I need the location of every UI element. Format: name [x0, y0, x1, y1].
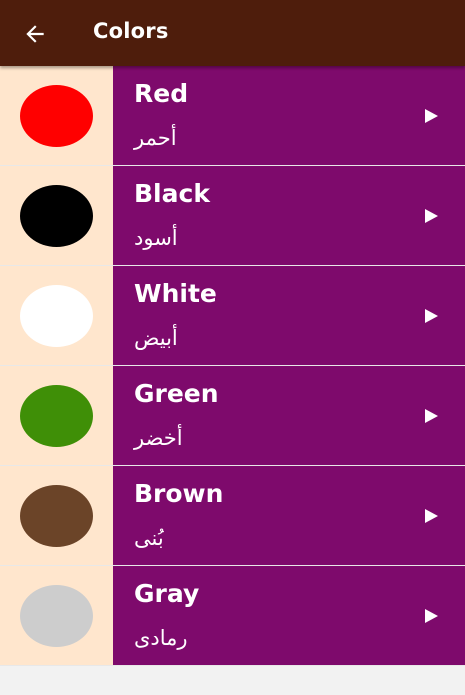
english-label: Black [134, 179, 210, 208]
list-item-black[interactable]: Black أسود [0, 166, 465, 266]
color-swatch [20, 484, 93, 547]
color-swatch [20, 384, 93, 447]
play-icon[interactable] [425, 409, 438, 423]
text-cell: Black أسود [113, 166, 465, 265]
bottom-area [0, 666, 465, 695]
english-label: Brown [134, 479, 224, 508]
text-cell: Red أحمر [113, 66, 465, 165]
arabic-label: أحمر [134, 126, 177, 150]
arabic-label: أخضر [134, 426, 183, 450]
swatch-cell [0, 466, 113, 565]
text-cell: Brown بُنى [113, 466, 465, 565]
swatch-cell [0, 566, 113, 665]
list-item-red[interactable]: Red أحمر [0, 66, 465, 166]
color-swatch [20, 284, 93, 347]
list-item-gray[interactable]: Gray رمادى [0, 566, 465, 666]
arabic-label: بُنى [134, 526, 164, 550]
play-icon[interactable] [425, 209, 438, 223]
color-list: Red أحمر Black أسود White أبيض Green أخض… [0, 66, 465, 666]
arabic-label: أسود [134, 226, 178, 250]
swatch-cell [0, 66, 113, 165]
swatch-cell [0, 266, 113, 365]
play-icon[interactable] [425, 609, 438, 623]
page-title: Colors [93, 19, 169, 43]
app-bar: Colors [0, 0, 465, 66]
text-cell: White أبيض [113, 266, 465, 365]
arabic-label: أبيض [134, 326, 178, 350]
color-swatch [20, 184, 93, 247]
arrow-left-icon[interactable] [22, 21, 48, 47]
list-item-white[interactable]: White أبيض [0, 266, 465, 366]
play-icon[interactable] [425, 109, 438, 123]
english-label: Gray [134, 579, 200, 608]
swatch-cell [0, 166, 113, 265]
english-label: White [134, 279, 217, 308]
play-icon[interactable] [425, 509, 438, 523]
color-swatch [20, 584, 93, 647]
list-item-brown[interactable]: Brown بُنى [0, 466, 465, 566]
text-cell: Gray رمادى [113, 566, 465, 665]
list-item-green[interactable]: Green أخضر [0, 366, 465, 466]
english-label: Green [134, 379, 219, 408]
english-label: Red [134, 79, 189, 108]
text-cell: Green أخضر [113, 366, 465, 465]
play-icon[interactable] [425, 309, 438, 323]
arabic-label: رمادى [134, 626, 188, 650]
swatch-cell [0, 366, 113, 465]
color-swatch [20, 84, 93, 147]
